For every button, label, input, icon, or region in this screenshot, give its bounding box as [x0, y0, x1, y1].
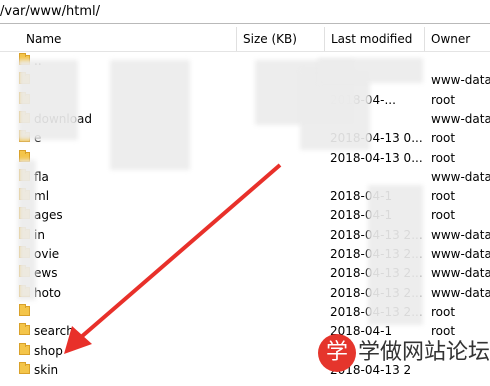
- watermark-badge: 学: [318, 334, 356, 372]
- watermark-text: 学做网站论坛: [358, 340, 490, 365]
- watermark: 学 学做网站论坛: [318, 330, 490, 376]
- arrow-shaft: [78, 163, 282, 340]
- red-arrow-annotation: [64, 163, 282, 354]
